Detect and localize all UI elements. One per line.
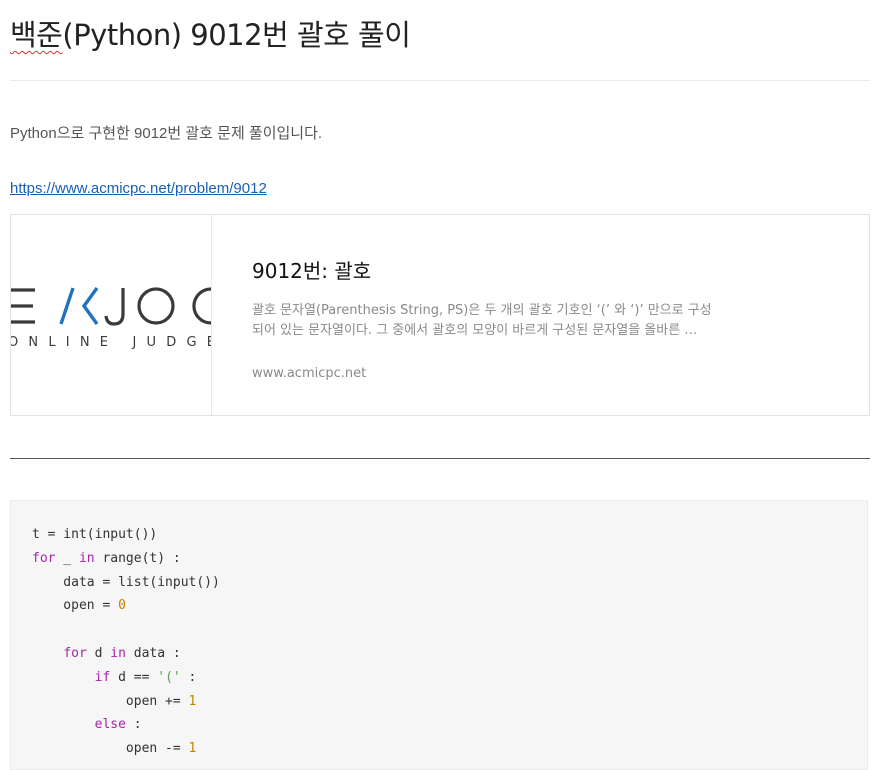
code-line: data = list(input()) (32, 574, 220, 590)
code-content: t = int(input()) for _ in range(t) : dat… (11, 501, 867, 761)
code-line: for _ in range(t) : (32, 550, 181, 566)
card-domain: www.acmicpc.net (252, 366, 367, 381)
code-line: for d in data : (63, 645, 181, 661)
baekjoon-logo-image: ONLINE JUDGE (11, 215, 211, 415)
post-title-text: (Python) 9012번 괄호 풀이 (62, 18, 411, 52)
post-title-misspelled-word: 백준 (10, 18, 63, 52)
post-title: 백준(Python) 9012번 괄호 풀이 (10, 12, 411, 54)
code-line: open += 1 (32, 693, 197, 709)
logo-subtitle: ONLINE JUDGE (11, 335, 211, 350)
problem-link[interactable]: https://www.acmicpc.net/problem/9012 (10, 180, 267, 197)
code-line: else : (94, 717, 142, 733)
code-line: open -= 1 (32, 741, 197, 757)
card-thumbnail: ONLINE JUDGE (11, 215, 212, 415)
intro-text: Python으로 구현한 9012번 괄호 문제 풀이입니다. (10, 125, 323, 142)
code-line: open = 0 (32, 598, 126, 614)
code-line: if d == '(' : (94, 669, 197, 685)
card-description: 괄호 문자열(Parenthesis String, PS)은 두 개의 괄호 … (252, 303, 712, 338)
card-title: 9012번: 괄호 (252, 259, 372, 283)
code-line: t = int(input()) (32, 527, 158, 542)
code-block: t = int(input()) for _ in range(t) : dat… (10, 500, 868, 770)
card-body: 9012번: 괄호 괄호 문자열(Parenthesis String, PS)… (252, 255, 732, 381)
link-preview-card[interactable]: ONLINE JUDGE 9012번: 괄호 괄호 문자열(Parenthesi… (10, 214, 870, 416)
title-divider (10, 80, 870, 81)
section-divider (10, 458, 870, 459)
